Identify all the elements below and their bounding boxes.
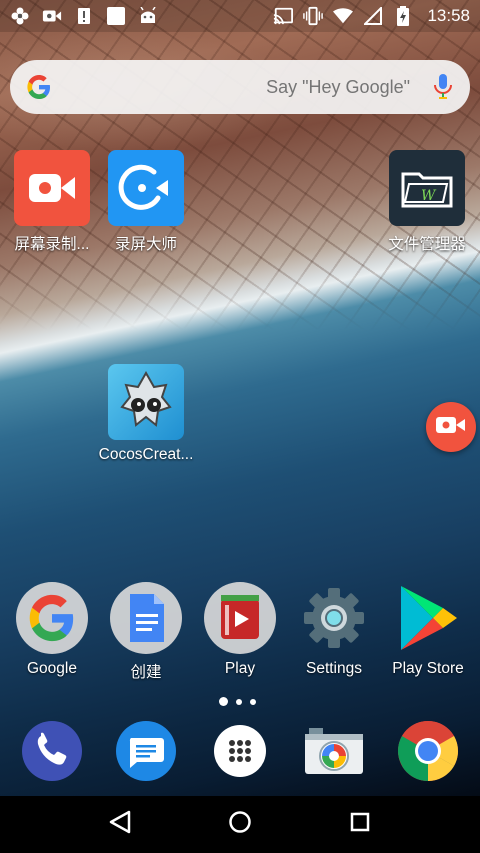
phone-icon [21, 720, 83, 787]
folder-play[interactable]: Play [193, 582, 287, 678]
white-square-icon [106, 6, 126, 26]
home-icon [228, 810, 252, 839]
dock-phone[interactable] [21, 720, 83, 787]
battery-charging-icon [393, 6, 413, 26]
home-button[interactable] [220, 805, 260, 845]
status-bar: 13:58 [0, 0, 480, 32]
floating-record-button[interactable] [426, 402, 476, 452]
settings-flower-icon [10, 6, 30, 26]
play-store-icon [392, 582, 464, 654]
app-play-store[interactable]: Play Store [381, 582, 475, 678]
page-dot [250, 698, 256, 705]
app-label: 创建 [130, 664, 162, 681]
app-label: Settings [305, 660, 362, 677]
clock: 13:58 [427, 6, 470, 25]
vibrate-icon [303, 6, 324, 26]
app-screen-recorder[interactable]: 屏幕录制... [5, 150, 99, 254]
google-folder-icon [16, 582, 88, 654]
navigation-bar [0, 796, 480, 853]
search-hint: Say "Hey Google" [266, 76, 410, 97]
chrome-icon [397, 720, 459, 787]
alert-icon [74, 6, 94, 26]
app-label: Play [224, 660, 256, 677]
recents-icon [350, 812, 370, 837]
video-camera-icon [42, 6, 62, 26]
cast-icon [273, 6, 294, 26]
wifi-icon [333, 6, 354, 26]
android-icon [138, 6, 158, 26]
record-camera-icon [435, 415, 467, 440]
app-label: CocosCreat... [98, 446, 194, 463]
dock-chrome[interactable] [397, 720, 459, 787]
app-cocos-creator[interactable]: CocosCreat... [99, 364, 193, 464]
docs-folder-icon [110, 582, 182, 654]
app-file-manager[interactable]: W 文件管理器 [380, 150, 474, 254]
microphone-icon[interactable] [432, 73, 454, 101]
dock-camera[interactable] [303, 722, 365, 784]
back-icon [109, 810, 131, 839]
file-manager-icon: W [389, 150, 465, 226]
cellular-icon [363, 6, 383, 26]
dock-messages[interactable] [115, 720, 177, 787]
cocos-creator-icon [108, 364, 184, 440]
app-settings[interactable]: Settings [287, 582, 381, 678]
screen-recorder-icon [14, 150, 90, 226]
app-label: 文件管理器 [388, 236, 466, 253]
page-indicator [219, 697, 256, 706]
recents-button[interactable] [340, 805, 380, 845]
back-button[interactable] [100, 805, 140, 845]
app-recording-master[interactable]: 录屏大师 [99, 150, 193, 254]
page-dot [236, 698, 242, 705]
app-drawer-icon [213, 724, 267, 783]
dock-app-drawer[interactable] [209, 722, 271, 784]
folder-google[interactable]: Google [5, 582, 99, 678]
settings-gear-icon [298, 582, 370, 654]
folder-create[interactable]: 创建 [99, 582, 193, 682]
recording-master-icon [108, 150, 184, 226]
app-label: 录屏大师 [114, 236, 177, 253]
app-label: Google [27, 660, 77, 677]
messages-icon [115, 720, 177, 787]
google-search-bar[interactable]: Say "Hey Google" [10, 60, 470, 114]
app-label: 屏幕录制... [14, 236, 90, 253]
app-label: Play Store [392, 660, 464, 677]
play-folder-icon [204, 582, 276, 654]
svg-text:W: W [421, 188, 437, 204]
page-dot [219, 697, 228, 706]
camera-icon [303, 726, 365, 781]
google-logo-icon [26, 74, 52, 100]
